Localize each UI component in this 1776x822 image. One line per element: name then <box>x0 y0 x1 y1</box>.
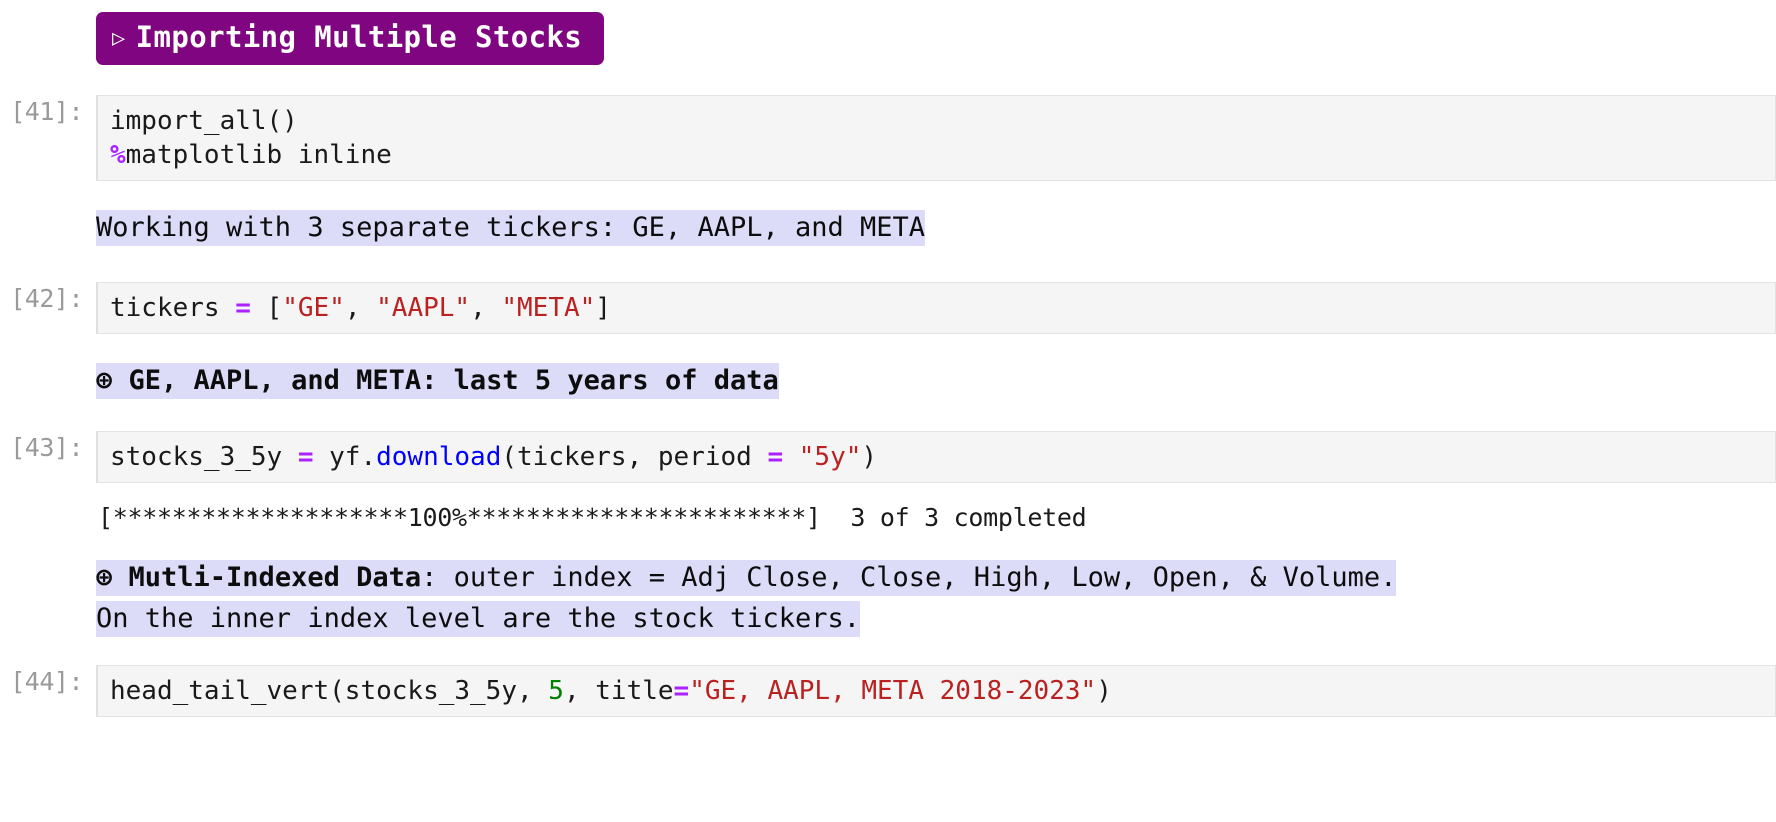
code-token: head_tail_vert(stocks_3_5y, <box>110 676 549 707</box>
code-token: ) <box>1096 676 1112 707</box>
execution-count-44: [44]: <box>10 667 83 697</box>
markdown-text-block: Working with 3 separate tickers: GE, AAP… <box>96 207 926 248</box>
code-token: (tickers, period <box>501 442 768 473</box>
section-title-banner: ▷ Importing Multiple Stocks <box>96 12 605 66</box>
string-token: "META" <box>501 293 596 324</box>
prompt-blank <box>0 557 96 591</box>
prompt-blank <box>0 12 96 46</box>
jupyter-notebook: ▷ Importing Multiple Stocks [41]: import_… <box>0 0 1776 822</box>
operator-token: = <box>767 442 784 473</box>
prompt-blank <box>0 360 96 394</box>
operator-token: = <box>297 442 314 473</box>
code-line: tickers = ["GE", "AAPL", "META"] <box>110 291 1765 325</box>
operator-token: = <box>235 293 251 324</box>
cell-output-progress: [********************100%***************… <box>0 501 1776 535</box>
markdown-body: ⊕ GE, AAPL, and META: last 5 years of da… <box>96 360 1776 401</box>
execution-count-43: [43]: <box>10 433 83 463</box>
download-progress-text: [********************100%***************… <box>98 503 1087 533</box>
string-token: "AAPL" <box>376 293 471 324</box>
code-input-43[interactable]: stocks_3_5y = yf.download(tickers, perio… <box>96 431 1776 484</box>
code-token: import_all() <box>110 106 298 137</box>
highlighted-bold-label: Mutli-Indexed Data <box>128 560 422 597</box>
markdown-text-block: ⊕ Mutli-Indexed Data: outer index = Adj … <box>96 557 1397 639</box>
triangle-right-icon: ▷ <box>112 26 126 51</box>
code-cell-42[interactable]: [42]: tickers = ["GE", "AAPL", "META"] <box>0 282 1776 335</box>
markdown-header-body: ▷ Importing Multiple Stocks <box>96 12 1776 66</box>
markdown-body: ⊕ Mutli-Indexed Data: outer index = Adj … <box>96 557 1776 639</box>
markdown-text-block: ⊕ GE, AAPL, and META: last 5 years of da… <box>96 360 779 401</box>
operator-token: = <box>673 676 690 707</box>
code-input-44[interactable]: head_tail_vert(stocks_3_5y, 5, title="GE… <box>96 665 1776 718</box>
code-cell-41[interactable]: [41]: import_all() %matplotlib inline <box>0 95 1776 182</box>
code-line: stocks_3_5y = yf.download(tickers, perio… <box>110 440 1765 474</box>
function-token: download <box>376 442 502 473</box>
code-line: %matplotlib inline <box>110 138 1765 172</box>
code-cell-44[interactable]: [44]: head_tail_vert(stocks_3_5y, 5, tit… <box>0 665 1776 718</box>
code-token: stocks_3_5y <box>110 442 298 473</box>
circled-cross-icon: ⊕ <box>96 363 129 400</box>
number-token: 5 <box>548 676 564 707</box>
code-token: , title <box>563 676 674 707</box>
code-token: ) <box>861 442 878 473</box>
magic-token: % <box>110 140 126 171</box>
code-line: head_tail_vert(stocks_3_5y, 5, title="GE… <box>110 674 1765 708</box>
execution-count-42: [42]: <box>10 284 83 314</box>
code-token: tickers <box>110 293 236 324</box>
markdown-body: Working with 3 separate tickers: GE, AAP… <box>96 207 1776 248</box>
code-input-42[interactable]: tickers = ["GE", "AAPL", "META"] <box>96 282 1776 335</box>
markdown-cell-5y-note[interactable]: ⊕ GE, AAPL, and META: last 5 years of da… <box>0 360 1776 401</box>
highlighted-text: GE, AAPL, and META: last 5 years of data <box>128 363 779 400</box>
code-line: import_all() <box>110 104 1765 138</box>
code-token: , <box>344 293 377 324</box>
markdown-cell-tickers-note[interactable]: Working with 3 separate tickers: GE, AAP… <box>0 207 1776 248</box>
markdown-cell-header[interactable]: ▷ Importing Multiple Stocks <box>0 12 1776 66</box>
prompt-blank <box>0 501 96 535</box>
prompt-blank <box>0 207 96 241</box>
code-token: ] <box>595 293 611 324</box>
code-input-41[interactable]: import_all() %matplotlib inline <box>96 95 1776 182</box>
code-token: yf. <box>313 442 377 473</box>
code-token: [ <box>250 293 283 324</box>
section-title-text: Importing Multiple Stocks <box>135 20 583 54</box>
code-token: , <box>470 293 502 324</box>
string-token: "GE" <box>282 293 345 324</box>
code-token: matplotlib inline <box>125 140 392 171</box>
highlighted-text: Working with 3 separate tickers: GE, AAP… <box>96 210 926 247</box>
execution-count-41: [41]: <box>10 97 83 127</box>
code-cell-43[interactable]: [43]: stocks_3_5y = yf.download(tickers,… <box>0 431 1776 484</box>
markdown-cell-multiindex-note[interactable]: ⊕ Mutli-Indexed Data: outer index = Adj … <box>0 557 1776 639</box>
string-token: "GE, AAPL, META 2018-2023" <box>689 676 1097 707</box>
circled-cross-icon: ⊕ <box>96 560 129 597</box>
string-token: "5y" <box>798 442 862 473</box>
